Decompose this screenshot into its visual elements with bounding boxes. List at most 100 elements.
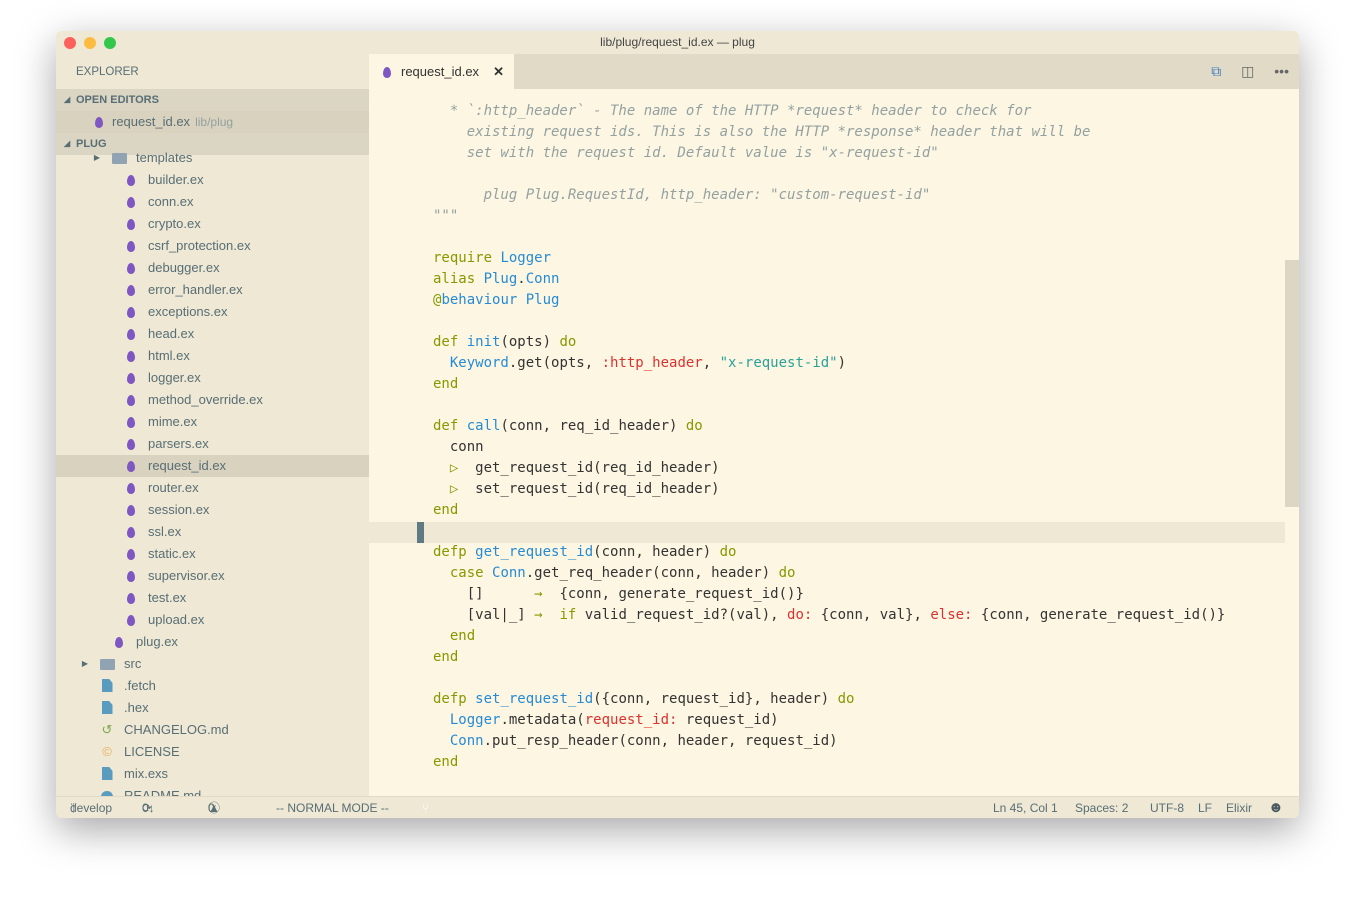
code-token: get_request_id [475, 544, 594, 560]
file-tree-item[interactable]: plug.ex [56, 631, 369, 653]
open-preview-icon[interactable]: ⧉ [1211, 63, 1221, 79]
code-line: Logger.metadata(request_id: request_id) [433, 710, 1225, 731]
file-tree-item[interactable]: ssl.ex [56, 521, 369, 543]
elixir-file-icon [124, 191, 138, 215]
code-content[interactable]: * `:http_header` - The name of the HTTP … [433, 101, 1225, 773]
code-token: set with the request id. Default value i… [433, 145, 939, 161]
file-tree-item[interactable]: test.ex [56, 587, 369, 609]
elixir-file-icon [124, 279, 138, 303]
tab-request-id[interactable]: request_id.ex ✕ [369, 54, 514, 89]
code-line: defp get_request_id(conn, header) do [433, 542, 1225, 563]
file-tree-item[interactable]: error_handler.ex [56, 279, 369, 301]
tab-bar: request_id.ex ✕ ⧉ ◫ ••• [369, 54, 1299, 89]
code-token: Conn [449, 733, 484, 749]
close-window-button[interactable] [64, 37, 76, 49]
explorer-sidebar: EXPLORER ◢ OPEN EDITORS request_id.ex lib/… [56, 54, 369, 796]
code-editor[interactable]: * `:http_header` - The name of the HTTP … [369, 89, 1299, 796]
elixir-file-icon [124, 213, 138, 237]
elixir-file-icon [112, 631, 126, 655]
code-line: """ [433, 206, 1225, 227]
code-token: call [466, 418, 501, 434]
file-name: src [124, 656, 142, 671]
file-tree-item[interactable]: exceptions.ex [56, 301, 369, 323]
file-tree-item[interactable]: crypto.ex [56, 213, 369, 235]
feedback-smiley-icon[interactable]: ☻ [1268, 797, 1284, 818]
code-token: Conn [492, 565, 526, 581]
elixir-file-icon [92, 111, 106, 135]
code-token: end [449, 628, 476, 644]
open-editor-item[interactable]: request_id.ex lib/plug [56, 111, 369, 133]
open-editors-section[interactable]: ◢ OPEN EDITORS [56, 89, 369, 111]
file-tree-item[interactable]: ▶ src [56, 653, 369, 675]
code-token: end [433, 502, 459, 518]
file-tree-item[interactable]: © LICENSE [56, 741, 369, 763]
file-tree-item[interactable]: README.md [56, 785, 369, 796]
encoding[interactable]: UTF-8 [1150, 797, 1184, 818]
file-tree-item[interactable]: csrf_protection.ex [56, 235, 369, 257]
code-token: (conn, header) [593, 544, 720, 560]
file-icon [100, 675, 114, 699]
split-editor-icon[interactable]: ◫ [1241, 63, 1254, 79]
file-name: logger.ex [148, 370, 201, 385]
code-token: ) [837, 355, 847, 371]
file-tree-item[interactable]: html.ex [56, 345, 369, 367]
vertical-scrollbar[interactable] [1285, 260, 1299, 507]
file-name: csrf_protection.ex [148, 238, 251, 253]
chevron-right-icon[interactable]: ▶ [78, 653, 92, 675]
code-line: Keyword.get(opts, :http_header, "x-reque… [433, 353, 1225, 374]
pull-request-icon[interactable]: ⑂ [422, 797, 429, 818]
file-name: head.ex [148, 326, 195, 341]
maximize-window-button[interactable] [104, 37, 116, 49]
code-line: def call(conn, req_id_header) do [433, 416, 1225, 437]
elixir-file-icon [124, 169, 138, 193]
file-tree-item[interactable]: logger.ex [56, 367, 369, 389]
file-tree-item[interactable]: router.ex [56, 477, 369, 499]
file-tree-item[interactable]: mix.exs [56, 763, 369, 785]
elixir-file-icon [124, 521, 138, 545]
code-token: → [534, 586, 552, 602]
code-token: """ [433, 208, 459, 224]
code-line: * `:http_header` - The name of the HTTP … [433, 101, 1225, 122]
file-tree-item[interactable]: .hex [56, 697, 369, 719]
close-tab-icon[interactable]: ✕ [493, 54, 504, 89]
code-token: (conn, req_id_header) [500, 418, 686, 434]
code-token: init [466, 334, 501, 350]
file-tree-item[interactable]: .fetch [56, 675, 369, 697]
file-tree-item[interactable]: ↺ CHANGELOG.md [56, 719, 369, 741]
more-icon[interactable]: ••• [1274, 63, 1289, 79]
code-token: ▷ [449, 460, 467, 476]
file-icon [100, 763, 114, 787]
chevron-right-icon[interactable]: ▶ [90, 147, 104, 169]
file-name: supervisor.ex [148, 568, 225, 583]
file-tree-item[interactable]: parsers.ex [56, 433, 369, 455]
file-tree-item[interactable]: request_id.ex [56, 455, 369, 477]
line-ending[interactable]: LF [1198, 797, 1212, 818]
code-token: get_request_id(req_id_header) [466, 460, 720, 476]
file-tree-item[interactable]: builder.ex [56, 169, 369, 191]
code-token: {conn, val}, [812, 607, 931, 623]
file-tree-item[interactable]: head.ex [56, 323, 369, 345]
cursor-position[interactable]: Ln 45, Col 1 [993, 797, 1058, 818]
file-name: method_override.ex [148, 392, 263, 407]
code-token: Plug [483, 271, 518, 287]
code-token: require [433, 250, 501, 266]
indentation[interactable]: Spaces: 2 [1075, 797, 1128, 818]
code-line: alias Plug.Conn [433, 269, 1225, 290]
file-tree-item[interactable]: debugger.ex [56, 257, 369, 279]
file-tree-item[interactable]: conn.ex [56, 191, 369, 213]
file-tree-item[interactable]: upload.ex [56, 609, 369, 631]
file-tree-item[interactable]: supervisor.ex [56, 565, 369, 587]
file-tree-item[interactable]: session.ex [56, 499, 369, 521]
file-name: conn.ex [148, 194, 194, 209]
file-tree-item[interactable]: method_override.ex [56, 389, 369, 411]
file-tree-item[interactable]: mime.ex [56, 411, 369, 433]
language-mode[interactable]: Elixir [1226, 797, 1252, 818]
minimize-window-button[interactable] [84, 37, 96, 49]
file-name: html.ex [148, 348, 190, 363]
open-editor-path: lib/plug [195, 115, 234, 129]
status-bar: ᛘ develop ⟳0↓ 7↑ ⓧ 0 ▲ 0 -- NORMAL MODE … [56, 796, 1299, 818]
file-tree-item[interactable]: static.ex [56, 543, 369, 565]
file-tree-item[interactable]: ▶ templates [56, 147, 369, 169]
